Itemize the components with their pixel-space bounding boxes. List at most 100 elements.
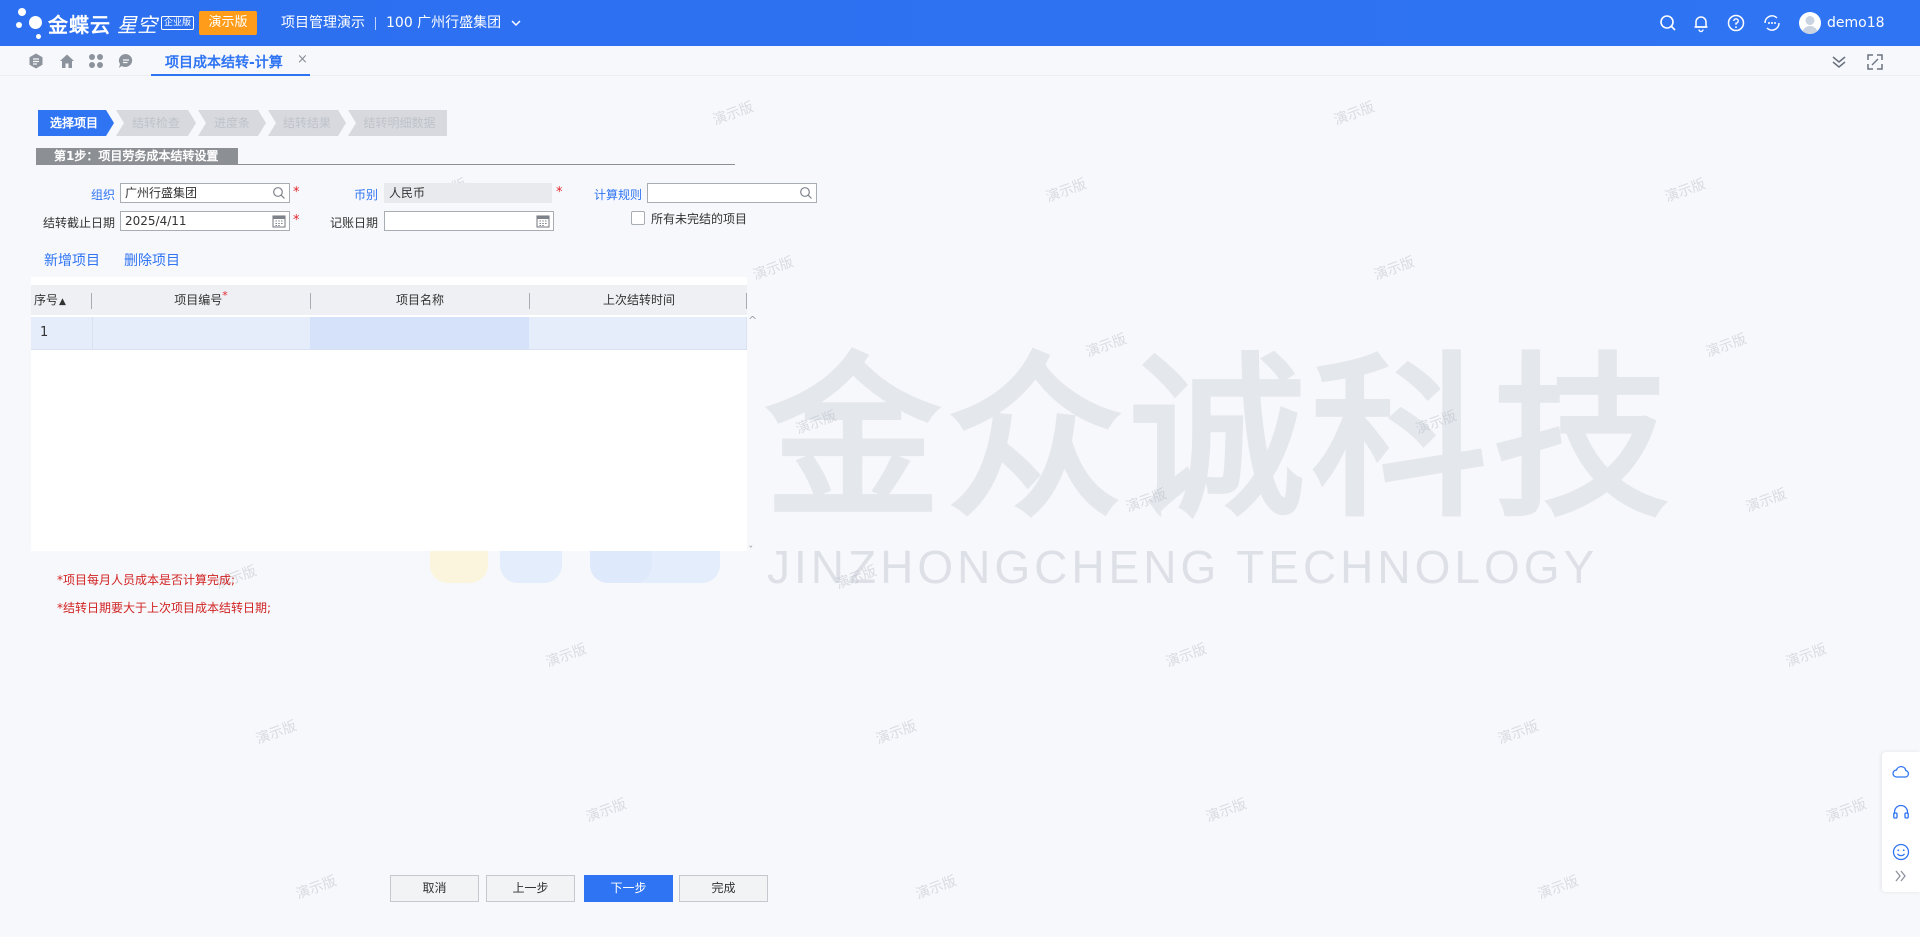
watermark-text: 演示版 (873, 718, 919, 748)
table-row[interactable]: 1 (31, 317, 747, 350)
watermark-text: 演示版 (1413, 408, 1459, 438)
org-value: 广州行盛集团 (125, 186, 198, 200)
row-divider (31, 349, 747, 350)
chevron-down-icon[interactable] (510, 17, 522, 32)
brand-watermark-cn: 金众诚科技 (765, 337, 1676, 542)
cell-project-name[interactable] (310, 317, 529, 349)
posting-date-label: 记账日期 (329, 216, 378, 230)
currency-label: 币别 (353, 188, 378, 202)
unfinished-projects-label: 所有未完结的项目 (651, 212, 748, 226)
note-line: *项目每月人员成本是否计算完成; (57, 573, 236, 587)
calc-rule-field[interactable] (647, 183, 817, 203)
cutoff-date-label: 结转截止日期 (42, 216, 115, 230)
step-detail-data[interactable]: 结转明细数据 (352, 110, 447, 136)
headset-icon[interactable] (1891, 802, 1911, 822)
search-icon[interactable] (1658, 13, 1678, 33)
org-label: 组织 (90, 188, 115, 202)
watermark-text: 演示版 (913, 873, 959, 903)
watermark-text: 演示版 (1371, 254, 1417, 284)
grid-icon[interactable] (87, 52, 105, 70)
help-icon[interactable] (1726, 13, 1746, 33)
search-icon[interactable] (799, 186, 813, 200)
previous-step-button[interactable]: 上一步 (486, 875, 575, 902)
cancel-button[interactable]: 取消 (390, 875, 479, 902)
logo-text: 金蝶云 (48, 12, 111, 37)
required-mark: * (293, 185, 300, 200)
watermark-text: 演示版 (1163, 641, 1209, 671)
scroll-down-icon[interactable]: ˇ (748, 544, 754, 557)
edition-badge: 企业版 (161, 16, 195, 30)
logo-mark-icon (14, 6, 46, 40)
note-line: *结转日期要大于上次项目成本结转日期; (57, 601, 272, 615)
demo-badge: 演示版 (199, 11, 257, 35)
column-header-project-code[interactable]: 项目编号* (92, 285, 310, 315)
watermark-text: 演示版 (543, 641, 589, 671)
organization-name[interactable]: 100 广州行盛集团 (386, 0, 501, 46)
step-progress[interactable]: 进度条 (202, 110, 262, 136)
project-grid: 序号▲ 项目编号* 项目名称 上次结转时间 1 (31, 277, 747, 551)
delete-project-button[interactable]: 删除项目 (124, 250, 180, 270)
double-chevron-icon[interactable] (1891, 868, 1911, 888)
watermark-text: 演示版 (1783, 641, 1829, 671)
watermark-text: 演示版 (750, 254, 796, 284)
user-avatar[interactable] (1799, 12, 1821, 34)
tab-project-cost-carryover[interactable]: 项目成本结转-计算 × (151, 46, 310, 76)
required-mark: * (556, 185, 563, 200)
collapse-icon[interactable] (1830, 53, 1848, 71)
unfinished-projects-checkbox[interactable] (631, 211, 645, 225)
cutoff-date-value: 2025/4/11 (125, 214, 187, 228)
calendar-icon[interactable] (272, 214, 286, 228)
smile-icon[interactable] (1891, 842, 1911, 862)
step-check[interactable]: 结转检查 (120, 110, 192, 136)
watermark-text: 演示版 (833, 563, 879, 593)
finish-button[interactable]: 完成 (679, 875, 768, 902)
brand-watermark-en: JINZHONGCHENG TECHNOLOGY (767, 541, 1599, 593)
cloud-icon[interactable] (1891, 762, 1911, 782)
calc-rule-label: 计算规则 (593, 188, 642, 202)
cell-last-carryover[interactable] (529, 317, 747, 349)
watermark-text: 演示版 (710, 99, 756, 129)
column-header-last-carryover[interactable]: 上次结转时间 (530, 285, 748, 315)
next-step-button[interactable]: 下一步 (584, 875, 673, 902)
section-divider (36, 164, 735, 165)
watermark-text: 演示版 (1495, 718, 1541, 748)
cell-project-code[interactable] (92, 317, 310, 349)
watermark-text: 演示版 (1823, 796, 1869, 826)
cell-seq: 1 (31, 317, 92, 349)
top-navigation-bar: 金蝶云 星空 企业版 演示版 项目管理演示 100 广州行盛集团 demo18 (0, 0, 1920, 46)
sort-ascending-icon: ▲ (59, 297, 66, 307)
search-icon[interactable] (272, 186, 286, 200)
kingdee-logo[interactable]: 金蝶云 星空 企业版 (14, 6, 195, 40)
step-select-project[interactable]: 选择项目 (38, 110, 110, 136)
section-title: 第1步：项目劳务成本结转设置 (36, 148, 238, 165)
currency-field: 人民币 (384, 183, 552, 203)
app-name[interactable]: 项目管理演示 (281, 0, 365, 46)
tab-label: 项目成本结转-计算 (165, 55, 283, 71)
apps-icon[interactable] (1762, 13, 1782, 33)
switch-icon[interactable] (27, 52, 45, 70)
column-label: 项目编号 (174, 293, 223, 307)
posting-date-field[interactable] (384, 211, 554, 231)
grid-header: 序号▲ 项目编号* 项目名称 上次结转时间 (31, 285, 747, 315)
watermark-text: 演示版 (293, 873, 339, 903)
step-result[interactable]: 结转结果 (272, 110, 342, 136)
column-header-seq[interactable]: 序号▲ (34, 285, 74, 315)
watermark-text: 演示版 (1331, 99, 1377, 129)
scroll-up-icon[interactable]: ^ (748, 314, 757, 327)
org-field[interactable]: 广州行盛集团 (120, 183, 290, 203)
calendar-icon[interactable] (536, 214, 550, 228)
bell-icon[interactable] (1691, 13, 1711, 33)
currency-value: 人民币 (389, 186, 426, 200)
fullscreen-icon[interactable] (1866, 53, 1884, 71)
home-icon[interactable] (58, 52, 76, 70)
column-header-project-name[interactable]: 项目名称 (311, 285, 529, 315)
watermark-text: 演示版 (583, 796, 629, 826)
watermark-text: 演示版 (1743, 486, 1789, 516)
username[interactable]: demo18 (1827, 0, 1885, 46)
tab-bar: 项目成本结转-计算 × (0, 46, 1920, 76)
add-project-button[interactable]: 新增项目 (44, 250, 100, 270)
close-icon[interactable]: × (297, 52, 308, 67)
message-icon[interactable] (117, 52, 135, 70)
watermark-text: 演示版 (1083, 331, 1129, 361)
cutoff-date-field[interactable]: 2025/4/11 (120, 211, 290, 231)
